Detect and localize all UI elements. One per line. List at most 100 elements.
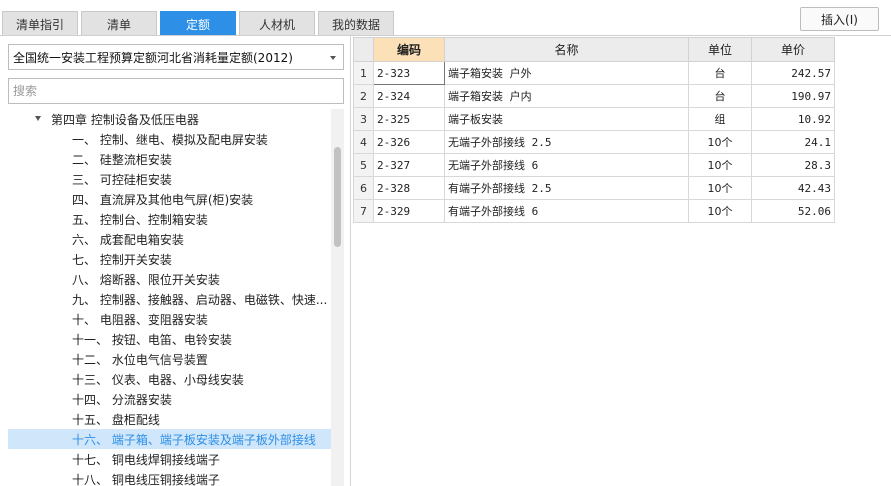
insert-button[interactable]: 插入(I) xyxy=(800,7,879,31)
tree-item-label: 十八、 铜电线压铜接线端子 xyxy=(72,472,220,486)
tab-list[interactable]: 清单 xyxy=(81,11,157,36)
row-number-header xyxy=(353,37,374,62)
tree-item[interactable]: 十三、 仪表、电器、小母线安装 xyxy=(8,369,331,389)
tree-item-label: 十三、 仪表、电器、小母线安装 xyxy=(72,372,244,387)
code-column-header[interactable]: 编码 xyxy=(373,37,445,62)
unit-cell[interactable]: 10个 xyxy=(688,199,752,223)
row-number[interactable]: 1 xyxy=(353,61,374,85)
tree-item-label: 四、 直流屏及其他电气屏(柜)安装 xyxy=(72,192,254,207)
unit-cell[interactable]: 10个 xyxy=(688,130,752,154)
unit-cell[interactable]: 台 xyxy=(688,61,752,85)
row-number[interactable]: 3 xyxy=(353,107,374,131)
unit-cell[interactable]: 组 xyxy=(688,107,752,131)
tree-item[interactable]: 十五、 盘柜配线 xyxy=(8,409,331,429)
code-cell[interactable]: 2-327 xyxy=(373,153,445,177)
quota-library-select[interactable]: 全国统一安装工程预算定额河北省消耗量定额(2012) xyxy=(8,44,344,70)
panel-divider[interactable] xyxy=(350,36,351,486)
tree-chapter-node[interactable]: 第四章 控制设备及低压电器 xyxy=(8,109,331,129)
table-row[interactable]: 2 2-324 端子箱安装 户内台 190.97 xyxy=(353,84,835,108)
tab-labor-material-machine[interactable]: 人材机 xyxy=(239,11,315,36)
tree-item[interactable]: 十八、 铜电线压铜接线端子 xyxy=(8,469,331,486)
table-row[interactable]: 5 2-327 无端子外部接线 6 10个 28.3 xyxy=(353,153,835,177)
price-cell[interactable]: 10.92 xyxy=(751,107,835,131)
chevron-down-icon[interactable] xyxy=(330,56,336,60)
tree-item-label: 十、 电阻器、变阻器安装 xyxy=(72,312,208,327)
tab-my-data[interactable]: 我的数据 xyxy=(318,11,394,36)
tree-item[interactable]: 一、 控制、继电、模拟及配电屏安装 xyxy=(8,129,331,149)
code-cell[interactable]: 2-326 xyxy=(373,130,445,154)
tree-item[interactable]: 十七、 铜电线焊铜接线端子 xyxy=(8,449,331,469)
tree-item[interactable]: 五、 控制台、控制箱安装 xyxy=(8,209,331,229)
name-cell[interactable]: 有端子外部接线 2.5 xyxy=(444,176,689,200)
tree-item-label: 十一、 按钮、电笛、电铃安装 xyxy=(72,332,232,347)
row-number[interactable]: 7 xyxy=(353,199,374,223)
name-cell[interactable]: 端子板安装 xyxy=(444,107,689,131)
unit-cell[interactable]: 台 xyxy=(688,84,752,108)
code-cell[interactable]: 2-323 xyxy=(373,61,445,85)
tree-item[interactable]: 十四、 分流器安装 xyxy=(8,389,331,409)
tree-item[interactable]: 十一、 按钮、电笛、电铃安装 xyxy=(8,329,331,349)
tree-item[interactable]: 四、 直流屏及其他电气屏(柜)安装 xyxy=(8,189,331,209)
tree-item[interactable]: 十二、 水位电气信号装置 xyxy=(8,349,331,369)
table-row[interactable]: 7 2-329 有端子外部接线 6 10个 52.06 xyxy=(353,199,835,223)
code-cell[interactable]: 2-329 xyxy=(373,199,445,223)
price-cell[interactable]: 28.3 xyxy=(751,153,835,177)
price-cell[interactable]: 42.43 xyxy=(751,176,835,200)
tab-quota[interactable]: 定额 xyxy=(160,11,236,36)
table-header-row: 编码 名称 单位 单价 xyxy=(353,37,835,62)
expand-arrow-icon[interactable] xyxy=(35,116,41,121)
price-cell[interactable]: 52.06 xyxy=(751,199,835,223)
tree-item[interactable]: 七、 控制开关安装 xyxy=(8,249,331,269)
price-cell[interactable]: 190.97 xyxy=(751,84,835,108)
unit-cell[interactable]: 10个 xyxy=(688,176,752,200)
tree-item-label: 七、 控制开关安装 xyxy=(72,252,172,267)
tree-item[interactable]: 三、 可控硅柜安装 xyxy=(8,169,331,189)
name-cell[interactable]: 无端子外部接线 6 xyxy=(444,153,689,177)
unit-column-header[interactable]: 单位 xyxy=(688,37,752,62)
tree-item[interactable]: 十六、 端子箱、端子板安装及端子板外部接线 xyxy=(8,429,331,449)
search-input[interactable] xyxy=(8,78,344,104)
tree-item-label: 十六、 端子箱、端子板安装及端子板外部接线 xyxy=(72,432,316,447)
tree-item[interactable]: 六、 成套配电箱安装 xyxy=(8,229,331,249)
tree-item[interactable]: 二、 硅整流柜安装 xyxy=(8,149,331,169)
tree-item[interactable]: 十、 电阻器、变阻器安装 xyxy=(8,309,331,329)
tree-item[interactable]: 九、 控制器、接触器、启动器、电磁铁、快速... xyxy=(8,289,331,309)
price-cell[interactable]: 242.57 xyxy=(751,61,835,85)
code-cell[interactable]: 2-328 xyxy=(373,176,445,200)
top-bar: 清单指引 清单 定额 人材机 我的数据 插入(I) xyxy=(0,0,891,36)
name-cell[interactable]: 端子箱安装 户外 xyxy=(444,61,689,85)
tree-item[interactable]: 八、 熔断器、限位开关安装 xyxy=(8,269,331,289)
name-cell[interactable]: 有端子外部接线 6 xyxy=(444,199,689,223)
tree-item-label: 六、 成套配电箱安装 xyxy=(72,232,184,247)
table-row[interactable]: 3 2-325 端子板安装组 10.92 xyxy=(353,107,835,131)
tree-item-label: 九、 控制器、接触器、启动器、电磁铁、快速... xyxy=(72,292,328,307)
code-cell[interactable]: 2-325 xyxy=(373,107,445,131)
name-cell[interactable]: 无端子外部接线 2.5 xyxy=(444,130,689,154)
tree-item-label: 八、 熔断器、限位开关安装 xyxy=(72,272,220,287)
table-row[interactable]: 6 2-328 有端子外部接线 2.5 10个 42.43 xyxy=(353,176,835,200)
tree-scrollbar-thumb[interactable] xyxy=(334,147,341,247)
tree-item-label: 五、 控制台、控制箱安装 xyxy=(72,212,208,227)
row-number[interactable]: 2 xyxy=(353,84,374,108)
left-panel: 全国统一安装工程预算定额河北省消耗量定额(2012) 第四章 控制设备及低压电器… xyxy=(0,36,350,486)
code-cell[interactable]: 2-324 xyxy=(373,84,445,108)
row-number[interactable]: 6 xyxy=(353,176,374,200)
tree-item-label: 三、 可控硅柜安装 xyxy=(72,172,172,187)
tree-item-label: 十二、 水位电气信号装置 xyxy=(72,352,208,367)
name-cell[interactable]: 端子箱安装 户内 xyxy=(444,84,689,108)
table-row[interactable]: 1 2-323 端子箱安装 户外台 242.57 xyxy=(353,61,835,85)
quota-library-select-value: 全国统一安装工程预算定额河北省消耗量定额(2012) xyxy=(13,50,293,65)
unit-cell[interactable]: 10个 xyxy=(688,153,752,177)
tree-item-label: 十五、 盘柜配线 xyxy=(72,412,160,427)
row-number[interactable]: 5 xyxy=(353,153,374,177)
row-number[interactable]: 4 xyxy=(353,130,374,154)
tree-item-label: 一、 控制、继电、模拟及配电屏安装 xyxy=(72,132,268,147)
tree-scrollbar[interactable] xyxy=(331,109,344,486)
table-row[interactable]: 4 2-326 无端子外部接线 2.5 10个 24.1 xyxy=(353,130,835,154)
tab-list-guide[interactable]: 清单指引 xyxy=(2,11,78,36)
price-column-header[interactable]: 单价 xyxy=(751,37,835,62)
price-cell[interactable]: 24.1 xyxy=(751,130,835,154)
tree-item-label: 二、 硅整流柜安装 xyxy=(72,152,172,167)
name-column-header[interactable]: 名称 xyxy=(444,37,689,62)
tab-strip: 清单指引 清单 定额 人材机 我的数据 xyxy=(2,11,397,36)
